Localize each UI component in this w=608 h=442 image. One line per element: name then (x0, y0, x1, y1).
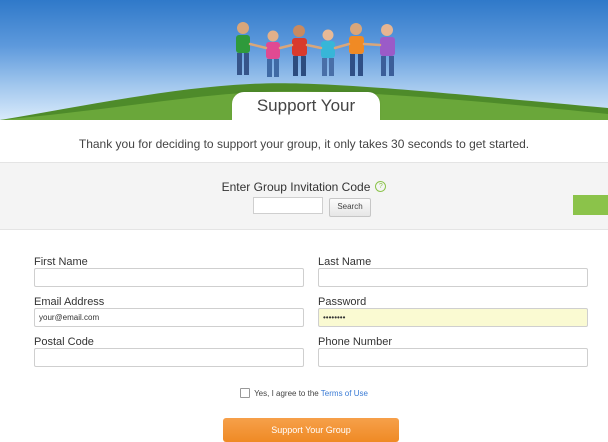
hero-banner: Support Your Group (0, 0, 608, 120)
hero-title-tab: Support Your Group (232, 92, 380, 120)
first-name-label: First Name (34, 256, 88, 268)
phone-label: Phone Number (318, 336, 392, 348)
postal-code-field[interactable] (34, 348, 304, 367)
terms-prefix: Yes, I agree to the (254, 389, 321, 399)
phone-field[interactable] (318, 348, 588, 367)
side-feedback-tab[interactable] (573, 195, 608, 215)
invitation-code-heading: Enter Group Invitation Code? (0, 180, 608, 194)
terms-checkbox[interactable] (240, 388, 251, 398)
password-label: Password (318, 296, 367, 308)
last-name-label: Last Name (318, 256, 372, 268)
invitation-code-section (0, 162, 608, 230)
invitation-code-input[interactable] (253, 197, 323, 214)
invitation-code-label: Enter Group Invitation Code (221, 180, 371, 194)
first-name-field[interactable] (34, 268, 304, 287)
terms-of-use-link[interactable]: Terms of Use (321, 389, 368, 398)
support-your-group-button[interactable]: Support Your Group (223, 418, 399, 442)
email-field[interactable]: your@email.com (34, 308, 304, 327)
email-label: Email Address (34, 296, 105, 308)
postal-code-label: Postal Code (34, 336, 94, 348)
page-title: Support Your Group (256, 96, 356, 115)
help-icon[interactable]: ? (375, 181, 387, 193)
password-field[interactable]: •••••••• (318, 308, 588, 327)
search-button[interactable]: Search (329, 198, 371, 217)
last-name-field[interactable] (318, 268, 588, 287)
intro-text: Thank you for deciding to support your g… (78, 137, 530, 151)
terms-agreement: Yes, I agree to the Terms of Use (0, 388, 608, 399)
